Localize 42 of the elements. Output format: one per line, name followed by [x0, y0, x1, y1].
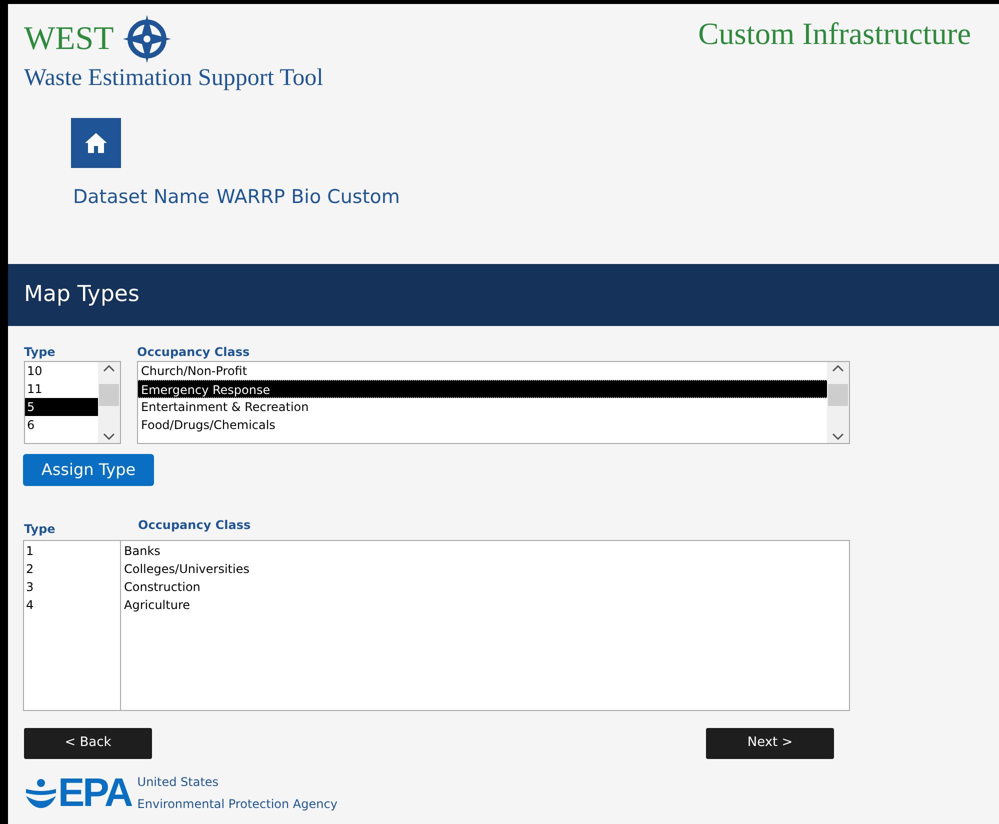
app-subtitle: Waste Estimation Support Tool — [24, 64, 324, 92]
list-item[interactable]: Food/Drugs/Chemicals — [138, 416, 827, 434]
section-title: Map Types — [24, 281, 140, 309]
class-cell-text: Colleges/Universities — [123, 560, 250, 578]
type-label: Type — [24, 344, 56, 360]
page-title: Custom Infrastructure — [698, 15, 972, 53]
list-item[interactable]: Entertainment & Recreation — [138, 398, 827, 416]
list-item[interactable]: 11 — [25, 380, 98, 398]
class-cell-text: Agriculture — [123, 596, 191, 614]
list-item[interactable]: 10 — [25, 362, 98, 380]
dataset-value: WARRP Bio Custom — [216, 185, 400, 210]
type-cell-text: 1 — [25, 542, 35, 560]
scroll-thumb[interactable] — [828, 384, 848, 406]
occupancy-class-label: Occupancy Class — [138, 516, 251, 534]
back-button[interactable]: < Back — [24, 728, 152, 758]
list-item[interactable]: Church/Non-Profit — [138, 362, 827, 380]
compass-icon — [122, 14, 172, 64]
class-cell-text: Banks — [123, 542, 162, 560]
assign-type-button[interactable]: Assign Type — [23, 454, 154, 486]
dataset-label: Dataset Name — [73, 185, 210, 210]
next-button[interactable]: Next > — [706, 728, 834, 758]
agency-line: Environmental Protection Agency — [137, 796, 338, 812]
logo-text: WEST — [24, 20, 114, 59]
scroll-thumb[interactable] — [99, 384, 119, 406]
list-item[interactable]: 5 — [25, 398, 98, 416]
agency-line: United States — [137, 774, 220, 790]
type-cell-text: 4 — [25, 596, 35, 614]
scrollbar[interactable] — [827, 362, 849, 442]
occupancy-class-label: Occupancy Class — [137, 344, 251, 360]
type-label: Type — [24, 520, 56, 538]
epa-emblem-icon — [24, 776, 58, 808]
home-button[interactable] — [71, 118, 121, 168]
occupancy-class-list[interactable]: Church/Non-Profit Emergency Response Entertainment & Recreation Food/Drugs/Chemicals — [137, 360, 850, 444]
type-cell-text: 3 — [25, 578, 35, 596]
class-cell-text: Construction — [123, 578, 202, 596]
type-list[interactable]: 10 11 5 6 — [24, 360, 121, 444]
list-item[interactable]: 6 — [25, 416, 98, 434]
scrollbar[interactable] — [98, 362, 120, 442]
list-item[interactable]: Emergency Response — [138, 380, 827, 398]
home-icon — [84, 132, 108, 154]
logo-text: EPA — [58, 774, 132, 810]
type-cell-text: 2 — [25, 560, 35, 578]
